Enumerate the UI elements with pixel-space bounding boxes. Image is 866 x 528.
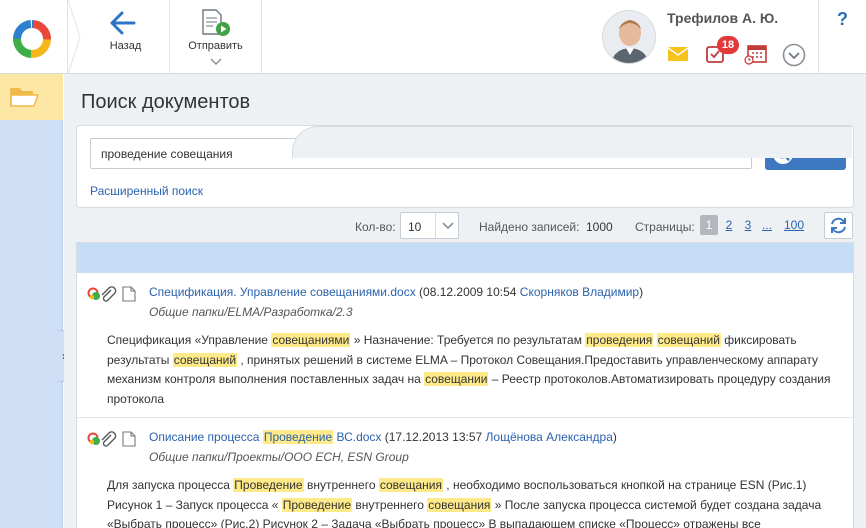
found-value: 1000 — [586, 220, 613, 234]
title-text: Спецификация. Управление совещаниями.doc… — [149, 285, 416, 299]
highlighted-term: совещания — [378, 478, 443, 492]
chevron-down-circle-icon[interactable] — [782, 43, 806, 67]
count-select[interactable]: 10 — [400, 212, 459, 239]
doc-type-icon — [87, 287, 100, 300]
snippet-text: Спецификация «Управление — [107, 333, 272, 347]
envelope-icon[interactable] — [667, 46, 689, 62]
user-photo-icon — [603, 11, 655, 63]
calendar-icon[interactable] — [744, 43, 768, 65]
elma-logo-icon — [13, 20, 51, 58]
page-link-current[interactable]: 1 — [700, 215, 718, 235]
back-button[interactable]: Назад — [82, 0, 170, 74]
chevron-down-icon — [435, 213, 459, 238]
logo-divider-arrow — [68, 0, 81, 74]
back-button-label: Назад — [109, 40, 142, 52]
tasks-badge[interactable]: 18 — [717, 36, 739, 54]
left-sidebar — [0, 74, 63, 528]
result-path: Общие папки/Проекты/ООО ЕСН, ESN Group — [149, 450, 409, 464]
result-icons — [87, 286, 147, 302]
sidebar-item-documents[interactable] — [0, 74, 63, 120]
chevron-down-icon[interactable] — [210, 58, 222, 66]
open-folder-icon — [10, 88, 39, 107]
count-label: Кол-во: — [355, 220, 396, 234]
panel-notch — [292, 126, 852, 158]
result-snippet: Спецификация «Управление совещаниями » Н… — [77, 321, 853, 417]
result-date: (17.12.2013 13:57 — [381, 430, 486, 444]
highlighted-term: совещаний — [172, 352, 238, 367]
pages-label: Страницы: — [635, 220, 695, 234]
highlighted-term: совещании — [424, 372, 489, 386]
page-link-ellipsis[interactable]: ... — [760, 215, 774, 235]
title-text: ВС.docx — [333, 430, 382, 444]
snippet-text: внутреннего — [352, 497, 428, 512]
advanced-search-link[interactable]: Расширенный поиск — [90, 184, 203, 198]
snippet-text: Для запуска процесса — [107, 478, 234, 492]
main-content: Поиск документов Искать Расширенный поис… — [64, 74, 866, 528]
result-title-link[interactable]: Спецификация. Управление совещаниями.doc… — [149, 285, 416, 299]
help-label: ? — [837, 9, 848, 29]
user-name[interactable]: Трефилов А. Ю. — [667, 10, 778, 26]
attachment-icon — [101, 431, 117, 447]
snippet-text: внутреннего — [303, 478, 379, 492]
page-link-last[interactable]: 100 — [780, 215, 808, 235]
top-toolbar: Назад Отправить Трефилов А. Ю. 18 ? — [0, 0, 866, 74]
result-author-link[interactable]: Лощёнова Александра — [486, 430, 613, 444]
pager-bar: Кол-во: 10 Найдено записей: 1000 Страниц… — [64, 212, 866, 240]
result-author-link[interactable]: Скорняков Владимир — [520, 285, 639, 299]
count-value: 10 — [408, 220, 422, 234]
page-link[interactable]: 3 — [741, 215, 755, 235]
result-item: Описание процесса Проведение ВС.docx (17… — [77, 418, 853, 528]
result-icons — [87, 431, 147, 447]
refresh-icon — [831, 217, 846, 234]
result-title-row: Описание процесса Проведение ВС.docx (17… — [77, 430, 853, 448]
logo[interactable] — [0, 0, 68, 74]
found-label: Найдено записей: — [479, 220, 580, 234]
doc-type-icon — [87, 432, 100, 445]
page-link[interactable]: 2 — [722, 215, 736, 235]
highlighted-term: проведения — [585, 333, 654, 347]
result-date-close: ) — [612, 430, 617, 444]
result-snippet: Для запуска процесса Проведение внутренн… — [77, 466, 853, 528]
highlighted-term: Проведение — [281, 497, 353, 512]
help-button[interactable]: ? — [818, 0, 866, 74]
highlighted-term: совещаний — [656, 333, 721, 347]
send-button[interactable]: Отправить — [170, 0, 262, 74]
highlighted-term: совещания — [427, 497, 492, 512]
results-list: Спецификация. Управление совещаниями.doc… — [76, 242, 854, 528]
attachment-icon — [101, 286, 117, 302]
highlighted-term: Проведение — [262, 430, 334, 444]
page-title: Поиск документов — [81, 91, 251, 113]
snippet-text: » Назначение: Требуется по результатам — [350, 333, 586, 347]
result-path: Общие папки/ELMA/Разработка/2.3 — [149, 305, 353, 319]
highlighted-term: Проведение — [233, 478, 304, 492]
refresh-button[interactable] — [824, 212, 853, 239]
highlighted-term: совещаниями — [271, 333, 351, 347]
title-text: Описание процесса — [149, 430, 263, 444]
result-title-row: Спецификация. Управление совещаниями.doc… — [77, 285, 853, 303]
result-date-close: ) — [639, 285, 644, 299]
avatar[interactable] — [602, 10, 656, 64]
result-title-link[interactable]: Описание процесса Проведение ВС.docx — [149, 430, 381, 444]
send-document-icon — [202, 9, 230, 36]
send-button-label: Отправить — [188, 40, 243, 52]
document-icon — [122, 286, 136, 302]
result-date: (08.12.2009 10:54 — [415, 285, 520, 299]
document-icon — [122, 431, 136, 447]
result-item: Спецификация. Управление совещаниями.doc… — [77, 273, 853, 418]
results-header — [77, 243, 853, 273]
arrow-left-icon — [110, 11, 136, 35]
